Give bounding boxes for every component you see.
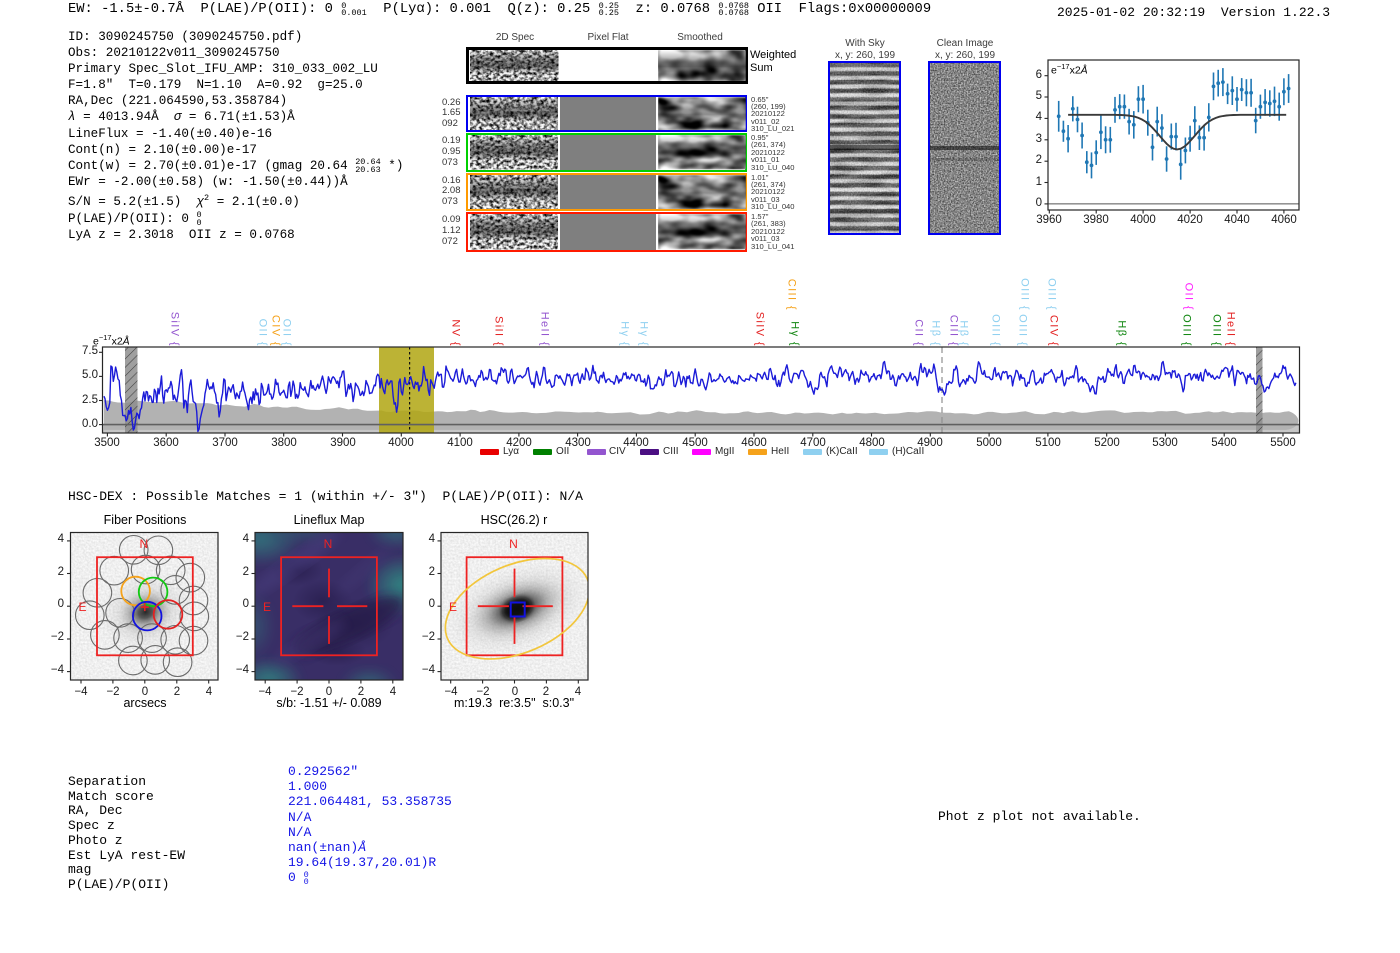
svg-text:E: E — [449, 600, 457, 614]
svg-text:E: E — [263, 600, 271, 614]
svg-text:E: E — [79, 600, 87, 614]
svg-text:N: N — [509, 537, 518, 551]
svg-text:N: N — [139, 537, 148, 551]
svg-text:N: N — [324, 537, 333, 551]
